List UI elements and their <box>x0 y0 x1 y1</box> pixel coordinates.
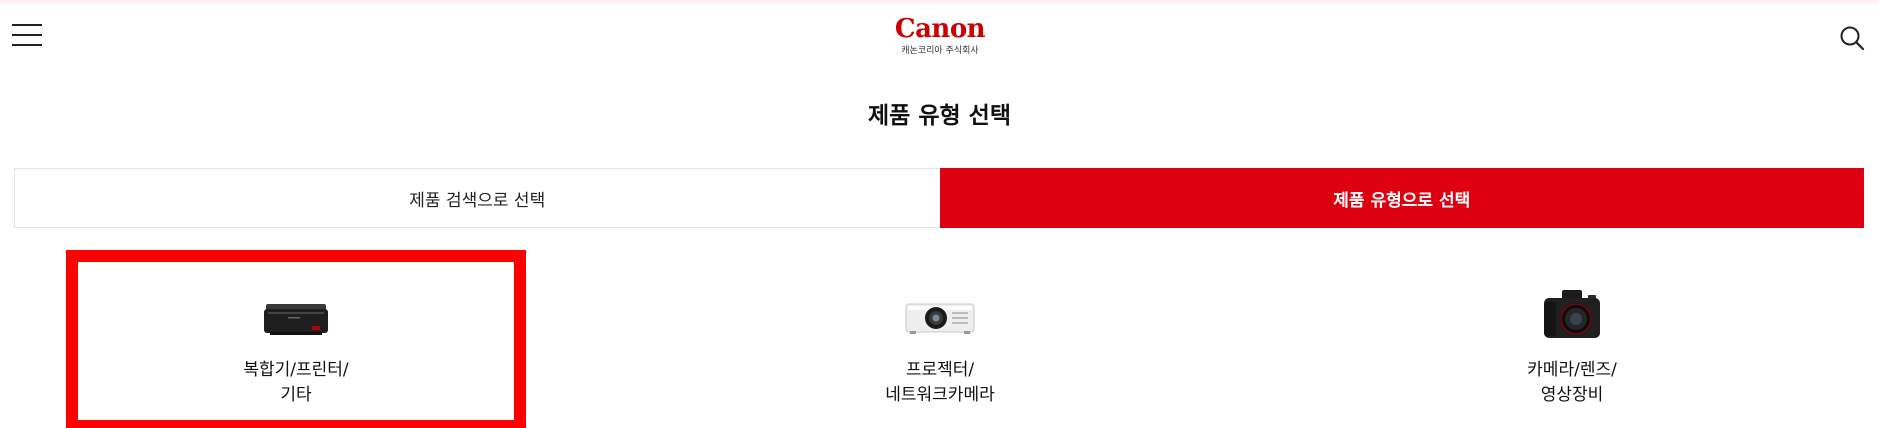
canon-logo[interactable]: Canon 캐논코리아 주식회사 <box>878 14 1002 57</box>
tab-search-by-product[interactable]: 제품 검색으로 선택 <box>14 168 940 228</box>
product-label-line1: 복합기/프린터/ <box>243 360 349 380</box>
product-label-line2: 네트워크카메라 <box>885 385 995 405</box>
product-label-line2: 영상장비 <box>1540 385 1604 405</box>
product-label: 카메라/렌즈/ 영상장비 <box>1342 358 1802 408</box>
product-label-line1: 카메라/렌즈/ <box>1527 360 1617 380</box>
page-title: 제품 유형 선택 <box>868 103 1011 129</box>
product-type-list: 복합기/프린터/ 기타 프로젝터/ 네트워크카메라 카메라/렌즈/ 영상장비 <box>0 250 1879 428</box>
product-type-printer[interactable]: 복합기/프린터/ 기타 <box>66 250 526 428</box>
selection-tabs: 제품 검색으로 선택 제품 유형으로 선택 <box>14 168 1864 228</box>
projector-icon <box>904 286 976 346</box>
logo-subtitle: 캐논코리아 주식회사 <box>901 46 979 56</box>
search-icon[interactable] <box>1838 24 1866 52</box>
product-label: 프로젝터/ 네트워크카메라 <box>710 358 1170 408</box>
camera-icon <box>1536 286 1608 346</box>
tab-label: 제품 유형으로 선택 <box>1333 190 1471 211</box>
hamburger-menu-icon[interactable] <box>12 22 42 48</box>
product-label-line1: 프로젝터/ <box>905 360 975 380</box>
product-type-projector[interactable]: 프로젝터/ 네트워크카메라 <box>710 250 1170 428</box>
tab-select-by-type[interactable]: 제품 유형으로 선택 <box>939 168 1864 228</box>
product-label-line2: 기타 <box>280 385 312 405</box>
site-header: Canon 캐논코리아 주식회사 <box>0 4 1879 70</box>
printer-icon <box>260 286 332 346</box>
product-type-camera[interactable]: 카메라/렌즈/ 영상장비 <box>1342 250 1802 428</box>
tab-label: 제품 검색으로 선택 <box>409 190 546 211</box>
logo-wordmark: Canon <box>894 14 986 44</box>
product-label: 복합기/프린터/ 기타 <box>78 358 514 408</box>
